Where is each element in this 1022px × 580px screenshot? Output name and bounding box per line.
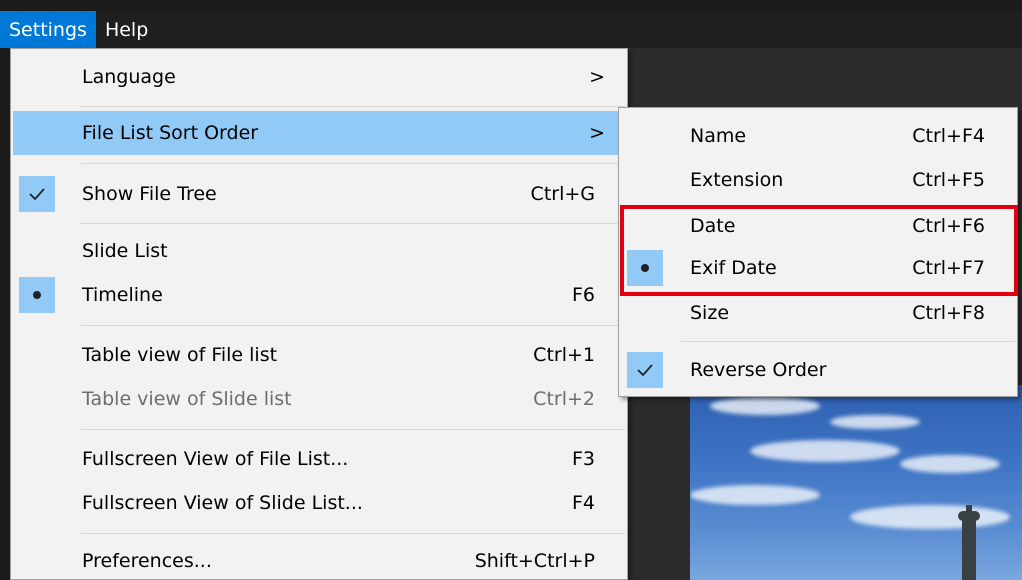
settings-menu: Language > File List Sort Order > Show F… xyxy=(10,48,628,580)
menu-item-label: Size xyxy=(690,302,730,324)
checkmark-icon xyxy=(19,176,55,212)
menu-separator xyxy=(81,163,625,164)
menubar-settings[interactable]: Settings xyxy=(0,11,96,48)
menu-item-shortcut: Ctrl+F4 xyxy=(912,125,985,147)
menu-item-label: Show File Tree xyxy=(82,183,217,205)
annotation-highlight-box xyxy=(620,205,1018,296)
submenu-item-name[interactable]: Name Ctrl+F4 xyxy=(621,114,1015,158)
menu-item-shortcut: F3 xyxy=(571,448,595,470)
chevron-right-icon: > xyxy=(589,66,605,88)
menu-item-timeline[interactable]: Timeline F6 xyxy=(13,273,625,317)
menu-separator xyxy=(681,341,1015,342)
menu-item-table-view-file-list[interactable]: Table view of File list Ctrl+1 xyxy=(13,333,625,377)
menu-item-slide-list[interactable]: Slide List xyxy=(13,229,625,273)
menu-item-shortcut: Ctrl+G xyxy=(530,183,595,205)
menu-item-show-file-tree[interactable]: Show File Tree Ctrl+G xyxy=(13,172,625,216)
menu-item-table-view-slide-list: Table view of Slide list Ctrl+2 xyxy=(13,377,625,421)
menu-item-label: Language xyxy=(82,66,176,88)
menu-item-shortcut: Shift+Ctrl+P xyxy=(474,550,595,572)
menu-item-label: Name xyxy=(690,125,747,147)
menubar: Settings Help xyxy=(0,11,1022,48)
menubar-help[interactable]: Help xyxy=(96,11,157,48)
menu-separator xyxy=(81,429,625,430)
menu-separator xyxy=(81,325,625,326)
menu-item-shortcut: F4 xyxy=(571,492,595,514)
menu-item-language[interactable]: Language > xyxy=(13,53,625,101)
menu-item-shortcut: Ctrl+1 xyxy=(533,344,595,366)
menu-item-label: Extension xyxy=(690,169,784,191)
menu-item-label: Fullscreen View of File List... xyxy=(82,448,349,470)
menu-item-fullscreen-slide-list[interactable]: Fullscreen View of Slide List... F4 xyxy=(13,481,625,525)
submenu-item-reverse-order[interactable]: Reverse Order xyxy=(621,348,1015,392)
menu-item-fullscreen-file-list[interactable]: Fullscreen View of File List... F3 xyxy=(13,437,625,481)
menu-item-label: Timeline xyxy=(82,284,163,306)
menu-item-shortcut: Ctrl+F8 xyxy=(912,302,985,324)
menu-item-label: Slide List xyxy=(82,240,168,262)
submenu-item-extension[interactable]: Extension Ctrl+F5 xyxy=(621,158,1015,202)
submenu-item-size[interactable]: Size Ctrl+F8 xyxy=(621,292,1015,334)
menu-item-shortcut: Ctrl+2 xyxy=(533,388,595,410)
menu-item-label: Table view of Slide list xyxy=(82,388,292,410)
bullet-icon xyxy=(19,277,55,313)
menu-separator xyxy=(81,533,625,534)
menu-item-preferences[interactable]: Preferences... Shift+Ctrl+P xyxy=(13,539,625,580)
menu-item-label: Preferences... xyxy=(82,550,212,572)
menu-separator xyxy=(81,106,625,107)
menu-item-label: Reverse Order xyxy=(690,359,827,381)
menu-item-label: File List Sort Order xyxy=(82,122,259,144)
photo-preview xyxy=(690,385,1022,580)
checkmark-icon xyxy=(627,352,663,388)
menu-item-file-list-sort-order[interactable]: File List Sort Order > xyxy=(13,111,625,155)
menu-item-label: Table view of File list xyxy=(82,344,278,366)
menu-separator xyxy=(81,223,625,224)
menu-item-label: Fullscreen View of Slide List... xyxy=(82,492,363,514)
menu-item-shortcut: Ctrl+F5 xyxy=(912,169,985,191)
